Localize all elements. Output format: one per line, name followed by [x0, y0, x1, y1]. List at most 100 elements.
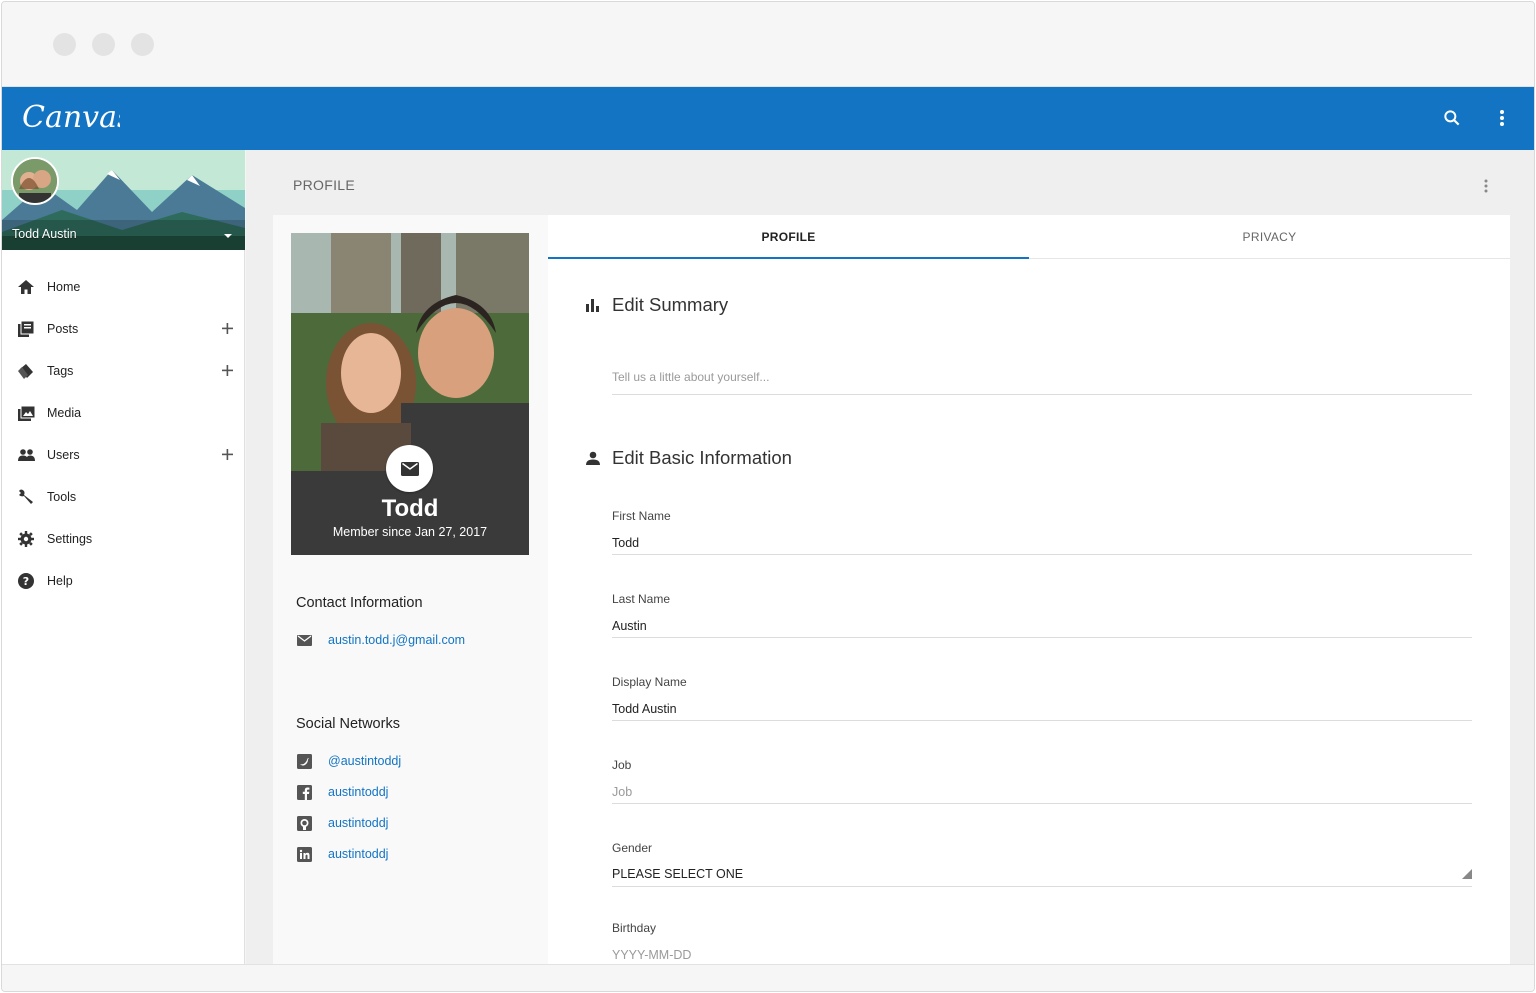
- profile-photo-image: [291, 233, 529, 471]
- member-since: Member since Jan 27, 2017: [332, 525, 488, 539]
- display-name-label: Display Name: [612, 675, 687, 689]
- display-name-field: Display Name: [612, 675, 1472, 727]
- gender-select[interactable]: PLEASE SELECT ONE: [612, 863, 1472, 887]
- last-name-field: Last Name: [612, 592, 1472, 644]
- wrench-icon: [17, 488, 35, 506]
- social-row-twitter: @austintoddj: [296, 751, 401, 771]
- linkedin-icon: [296, 846, 312, 862]
- cover-user-name: Todd Austin: [12, 227, 77, 241]
- edit-summary-title: Edit Summary: [612, 294, 729, 315]
- avatar[interactable]: [11, 157, 59, 205]
- social-heading: Social Networks: [296, 716, 400, 732]
- app-bar: Canvas: [2, 87, 1534, 150]
- account-dropdown-caret[interactable]: [224, 234, 232, 238]
- sidebar-item-home[interactable]: Home: [2, 266, 245, 308]
- media-icon: [17, 404, 35, 422]
- tags-icon: [17, 362, 35, 380]
- mail-icon: [296, 632, 312, 648]
- sidebar-item-tags[interactable]: Tags: [2, 350, 245, 392]
- window-maximize-dot[interactable]: [131, 33, 154, 56]
- select-arrow-icon: [1462, 869, 1472, 879]
- first-name-label: First Name: [612, 509, 671, 523]
- job-label: Job: [612, 758, 632, 772]
- sidebar-item-label: Home: [47, 280, 81, 294]
- last-name-input[interactable]: [612, 614, 1472, 638]
- profile-editor: PROFILE PRIVACY Edit Summary Edit Basic …: [548, 215, 1510, 967]
- more-vert-icon[interactable]: [1488, 104, 1516, 132]
- last-name-label: Last Name: [612, 592, 671, 606]
- browser-window: Canvas: [1, 1, 1535, 992]
- window-chrome: [2, 2, 1534, 87]
- mail-icon: [400, 461, 419, 476]
- add-tag-icon[interactable]: [219, 362, 235, 378]
- social-row-linkedin: austintoddj: [296, 844, 388, 864]
- person-icon: [584, 449, 602, 467]
- twitter-link[interactable]: @austintoddj: [328, 754, 401, 768]
- add-user-icon[interactable]: [219, 446, 235, 462]
- sidebar-item-posts[interactable]: Posts: [2, 308, 245, 350]
- sidebar-item-label: Posts: [47, 322, 79, 336]
- window-minimize-dot[interactable]: [92, 33, 115, 56]
- job-field: Job: [612, 758, 1472, 810]
- gender-label: Gender: [612, 841, 653, 855]
- profile-photo: Todd Member since Jan 27, 2017: [291, 233, 529, 555]
- sidebar-item-settings[interactable]: Settings: [2, 518, 245, 560]
- first-name-field: First Name: [612, 509, 1472, 561]
- gender-field: Gender PLEASE SELECT ONE: [612, 841, 1472, 893]
- contact-heading: Contact Information: [296, 595, 423, 611]
- breadcrumb: PROFILE: [293, 177, 356, 193]
- send-email-button[interactable]: [386, 445, 433, 492]
- gear-icon: [17, 530, 35, 548]
- display-name-input[interactable]: [612, 697, 1472, 721]
- profile-cover: Todd Austin: [2, 150, 245, 250]
- github-icon: [296, 815, 312, 831]
- facebook-icon: [296, 784, 312, 800]
- gender-select-value: PLEASE SELECT ONE: [612, 867, 744, 881]
- help-icon: ?: [17, 572, 35, 590]
- main-content: PROFILE Todd Member since Jan 27, 2017 C…: [246, 150, 1534, 967]
- canvas-logo[interactable]: Canvas: [20, 91, 132, 148]
- twitter-icon: [296, 753, 312, 769]
- edit-basic-info-title: Edit Basic Information: [612, 447, 792, 468]
- sidebar-nav: Home Posts Tags Media Users Tools Settin…: [2, 266, 245, 602]
- window-close-dot[interactable]: [53, 33, 76, 56]
- profile-name: Todd: [381, 495, 439, 522]
- add-post-icon[interactable]: [219, 320, 235, 336]
- profile-tabs: PROFILE PRIVACY: [548, 215, 1510, 259]
- social-row-facebook: austintoddj: [296, 782, 388, 802]
- first-name-input[interactable]: [612, 531, 1472, 555]
- summary-field: [612, 359, 1472, 395]
- sidebar-item-label: Settings: [47, 532, 93, 546]
- posts-icon: [17, 320, 35, 338]
- social-row-github: austintoddj: [296, 813, 388, 833]
- facebook-link[interactable]: austintoddj: [328, 785, 388, 799]
- job-input[interactable]: [612, 780, 1472, 804]
- home-icon: [17, 278, 35, 296]
- sidebar-item-label: Users: [47, 448, 80, 462]
- users-icon: [17, 446, 35, 464]
- linkedin-link[interactable]: austintoddj: [328, 847, 388, 861]
- page-more-vert-icon[interactable]: [1478, 176, 1494, 196]
- sidebar-item-label: Tools: [47, 490, 77, 504]
- logo-text: Canvas: [22, 100, 120, 135]
- search-icon[interactable]: [1438, 104, 1466, 132]
- contact-email-row: austin.todd.j@gmail.com: [296, 630, 465, 650]
- summary-input[interactable]: [612, 359, 1472, 395]
- sidebar-item-help[interactable]: ? Help: [2, 560, 245, 602]
- sidebar-item-label: Tags: [47, 364, 74, 378]
- github-link[interactable]: austintoddj: [328, 816, 388, 830]
- sidebar: Todd Austin Home Posts Tags Media Users …: [2, 150, 245, 964]
- sidebar-item-label: Media: [47, 406, 82, 420]
- bar-chart-icon: [584, 296, 602, 314]
- sidebar-item-label: Help: [47, 574, 73, 588]
- sidebar-item-media[interactable]: Media: [2, 392, 245, 434]
- sidebar-item-tools[interactable]: Tools: [2, 476, 245, 518]
- tab-privacy[interactable]: PRIVACY: [1029, 215, 1510, 259]
- sidebar-item-users[interactable]: Users: [2, 434, 245, 476]
- svg-text:?: ?: [23, 575, 29, 588]
- window-footer: [2, 964, 1534, 991]
- contact-email-link[interactable]: austin.todd.j@gmail.com: [328, 633, 465, 647]
- birthday-label: Birthday: [612, 921, 657, 935]
- tab-profile[interactable]: PROFILE: [548, 215, 1029, 259]
- profile-card: Todd Member since Jan 27, 2017 Contact I…: [273, 215, 548, 965]
